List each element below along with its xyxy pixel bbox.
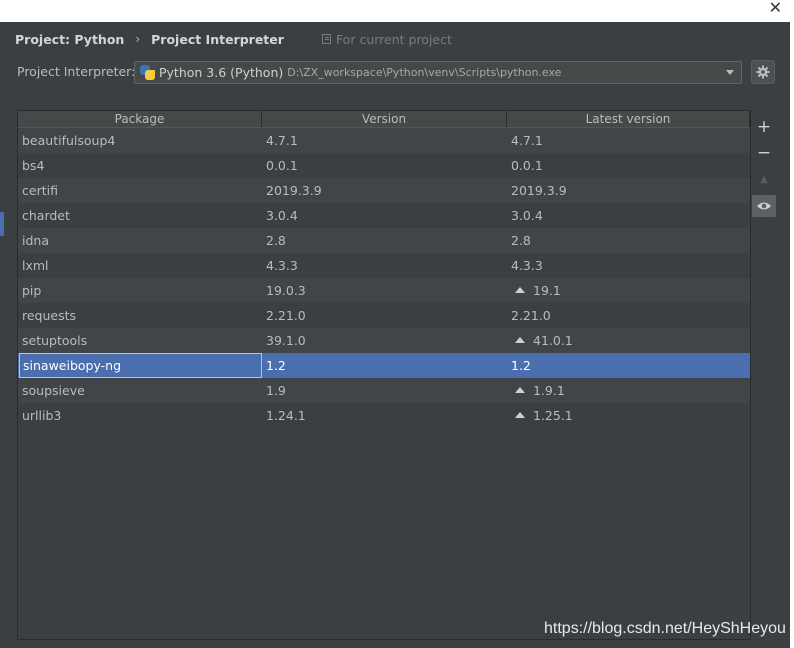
upgrade-available-icon bbox=[515, 337, 525, 343]
plus-icon: + bbox=[756, 117, 772, 137]
cell-package: certifi bbox=[22, 183, 58, 198]
table-row[interactable]: sinaweibopy-ng 1.2 1.2 bbox=[18, 353, 750, 378]
scope-indicator: For current project bbox=[321, 31, 452, 47]
breadcrumb-project[interactable]: Project: Python bbox=[15, 32, 124, 47]
cell-package: pip bbox=[22, 283, 42, 298]
cell-version: 19.0.3 bbox=[266, 283, 306, 298]
table-row[interactable]: beautifulsoup4 4.7.1 4.7.1 bbox=[18, 128, 750, 153]
table-row[interactable]: requests 2.21.0 2.21.0 bbox=[18, 303, 750, 328]
python-icon bbox=[140, 65, 155, 80]
table-row[interactable]: pip 19.0.3 19.1 bbox=[18, 278, 750, 303]
package-toolbar: + − ▲ bbox=[752, 114, 776, 217]
chevron-down-icon[interactable] bbox=[726, 70, 734, 75]
cell-latest-version: 1.25.1 bbox=[507, 403, 750, 428]
interpreter-path: D:\ZX_workspace\Python\venv\Scripts\pyth… bbox=[287, 66, 562, 79]
cell-version: 1.24.1 bbox=[266, 408, 306, 423]
latest-version-label: 1.2 bbox=[511, 358, 531, 373]
cell-package: chardet bbox=[22, 208, 70, 223]
latest-version-label: 2019.3.9 bbox=[511, 183, 567, 198]
cell-latest-version: 1.2 bbox=[507, 353, 750, 378]
minus-icon: − bbox=[756, 143, 772, 163]
table-header: Package Version Latest version bbox=[18, 111, 750, 128]
table-row[interactable]: urllib3 1.24.1 1.25.1 bbox=[18, 403, 750, 428]
cell-package: bs4 bbox=[22, 158, 45, 173]
cell-latest-version: 4.3.3 bbox=[507, 253, 750, 278]
cell-latest-version: 3.0.4 bbox=[507, 203, 750, 228]
table-row[interactable]: bs4 0.0.1 0.0.1 bbox=[18, 153, 750, 178]
latest-version-label: 4.7.1 bbox=[511, 133, 543, 148]
gear-icon bbox=[756, 65, 770, 79]
column-header-version[interactable]: Version bbox=[262, 111, 507, 127]
cell-version: 3.0.4 bbox=[266, 208, 298, 223]
scope-label: For current project bbox=[335, 31, 452, 47]
latest-version-label: 3.0.4 bbox=[511, 208, 543, 223]
upgrade-available-icon bbox=[515, 412, 525, 418]
cell-package: sinaweibopy-ng bbox=[19, 353, 262, 378]
cell-latest-version: 19.1 bbox=[507, 278, 750, 303]
show-early-releases-button[interactable] bbox=[752, 195, 776, 217]
packages-table: Package Version Latest version beautiful… bbox=[17, 110, 751, 640]
interpreter-settings-button[interactable] bbox=[751, 60, 775, 84]
cell-latest-version: 41.0.1 bbox=[507, 328, 750, 353]
remove-package-button[interactable]: − bbox=[752, 140, 776, 166]
settings-tree-selection-marker bbox=[0, 212, 4, 236]
cell-version: 0.0.1 bbox=[266, 158, 298, 173]
cell-package: soupsieve bbox=[22, 383, 85, 398]
column-header-latest-version[interactable]: Latest version bbox=[507, 111, 750, 127]
latest-version-label: 41.0.1 bbox=[533, 333, 573, 348]
cell-package: urllib3 bbox=[22, 408, 62, 423]
upgrade-icon: ▲ bbox=[760, 173, 768, 185]
cell-version: 1.2 bbox=[266, 358, 286, 373]
cell-latest-version: 2.21.0 bbox=[507, 303, 750, 328]
latest-version-label: 1.9.1 bbox=[533, 383, 565, 398]
eye-icon bbox=[757, 202, 771, 210]
interpreter-label: Project Interpreter: bbox=[17, 64, 136, 79]
cell-package: beautifulsoup4 bbox=[22, 133, 116, 148]
table-row[interactable]: idna 2.8 2.8 bbox=[18, 228, 750, 253]
upgrade-available-icon bbox=[515, 387, 525, 393]
cell-version: 2.21.0 bbox=[266, 308, 306, 323]
cell-version: 39.1.0 bbox=[266, 333, 306, 348]
latest-version-label: 2.8 bbox=[511, 233, 531, 248]
column-header-package[interactable]: Package bbox=[18, 111, 262, 127]
interpreter-name: Python 3.6 (Python) bbox=[159, 65, 284, 80]
cell-version: 2019.3.9 bbox=[266, 183, 322, 198]
upgrade-available-icon bbox=[515, 287, 525, 293]
cell-latest-version: 4.7.1 bbox=[507, 128, 750, 153]
cell-package: lxml bbox=[22, 258, 49, 273]
table-row[interactable]: lxml 4.3.3 4.3.3 bbox=[18, 253, 750, 278]
latest-version-label: 1.25.1 bbox=[533, 408, 573, 423]
table-row[interactable]: chardet 3.0.4 3.0.4 bbox=[18, 203, 750, 228]
cell-latest-version: 0.0.1 bbox=[507, 153, 750, 178]
cell-version: 2.8 bbox=[266, 233, 286, 248]
cell-version: 4.7.1 bbox=[266, 133, 298, 148]
add-package-button[interactable]: + bbox=[752, 114, 776, 140]
breadcrumb: Project: Python › Project Interpreter Fo… bbox=[15, 31, 452, 47]
breadcrumb-current: Project Interpreter bbox=[151, 31, 284, 47]
latest-version-label: 19.1 bbox=[533, 283, 561, 298]
scope-icon bbox=[321, 34, 331, 44]
window-edge bbox=[790, 22, 794, 648]
table-row[interactable]: setuptools 39.1.0 41.0.1 bbox=[18, 328, 750, 353]
table-row[interactable]: soupsieve 1.9 1.9.1 bbox=[18, 378, 750, 403]
cell-latest-version: 1.9.1 bbox=[507, 378, 750, 403]
watermark: https://blog.csdn.net/HeyShHeyou bbox=[544, 620, 786, 637]
latest-version-label: 2.21.0 bbox=[511, 308, 551, 323]
latest-version-label: 0.0.1 bbox=[511, 158, 543, 173]
close-icon[interactable]: ✕ bbox=[769, 0, 782, 16]
latest-version-label: 4.3.3 bbox=[511, 258, 543, 273]
table-row[interactable]: certifi 2019.3.9 2019.3.9 bbox=[18, 178, 750, 203]
table-body: beautifulsoup4 4.7.1 4.7.1 bs4 0.0.1 0.0.1 cer… bbox=[18, 128, 750, 428]
upgrade-package-button[interactable]: ▲ bbox=[752, 166, 776, 192]
cell-version: 1.9 bbox=[266, 383, 286, 398]
cell-package: idna bbox=[22, 233, 49, 248]
cell-package: requests bbox=[22, 308, 77, 323]
cell-latest-version: 2019.3.9 bbox=[507, 178, 750, 203]
cell-latest-version: 2.8 bbox=[507, 228, 750, 253]
cell-version: 4.3.3 bbox=[266, 258, 298, 273]
cell-package: setuptools bbox=[22, 333, 88, 348]
interpreter-dropdown[interactable]: Python 3.6 (Python) D:\ZX_workspace\Pyth… bbox=[134, 61, 742, 84]
window-titlebar: ✕ bbox=[0, 0, 794, 22]
breadcrumb-separator: › bbox=[135, 32, 141, 46]
